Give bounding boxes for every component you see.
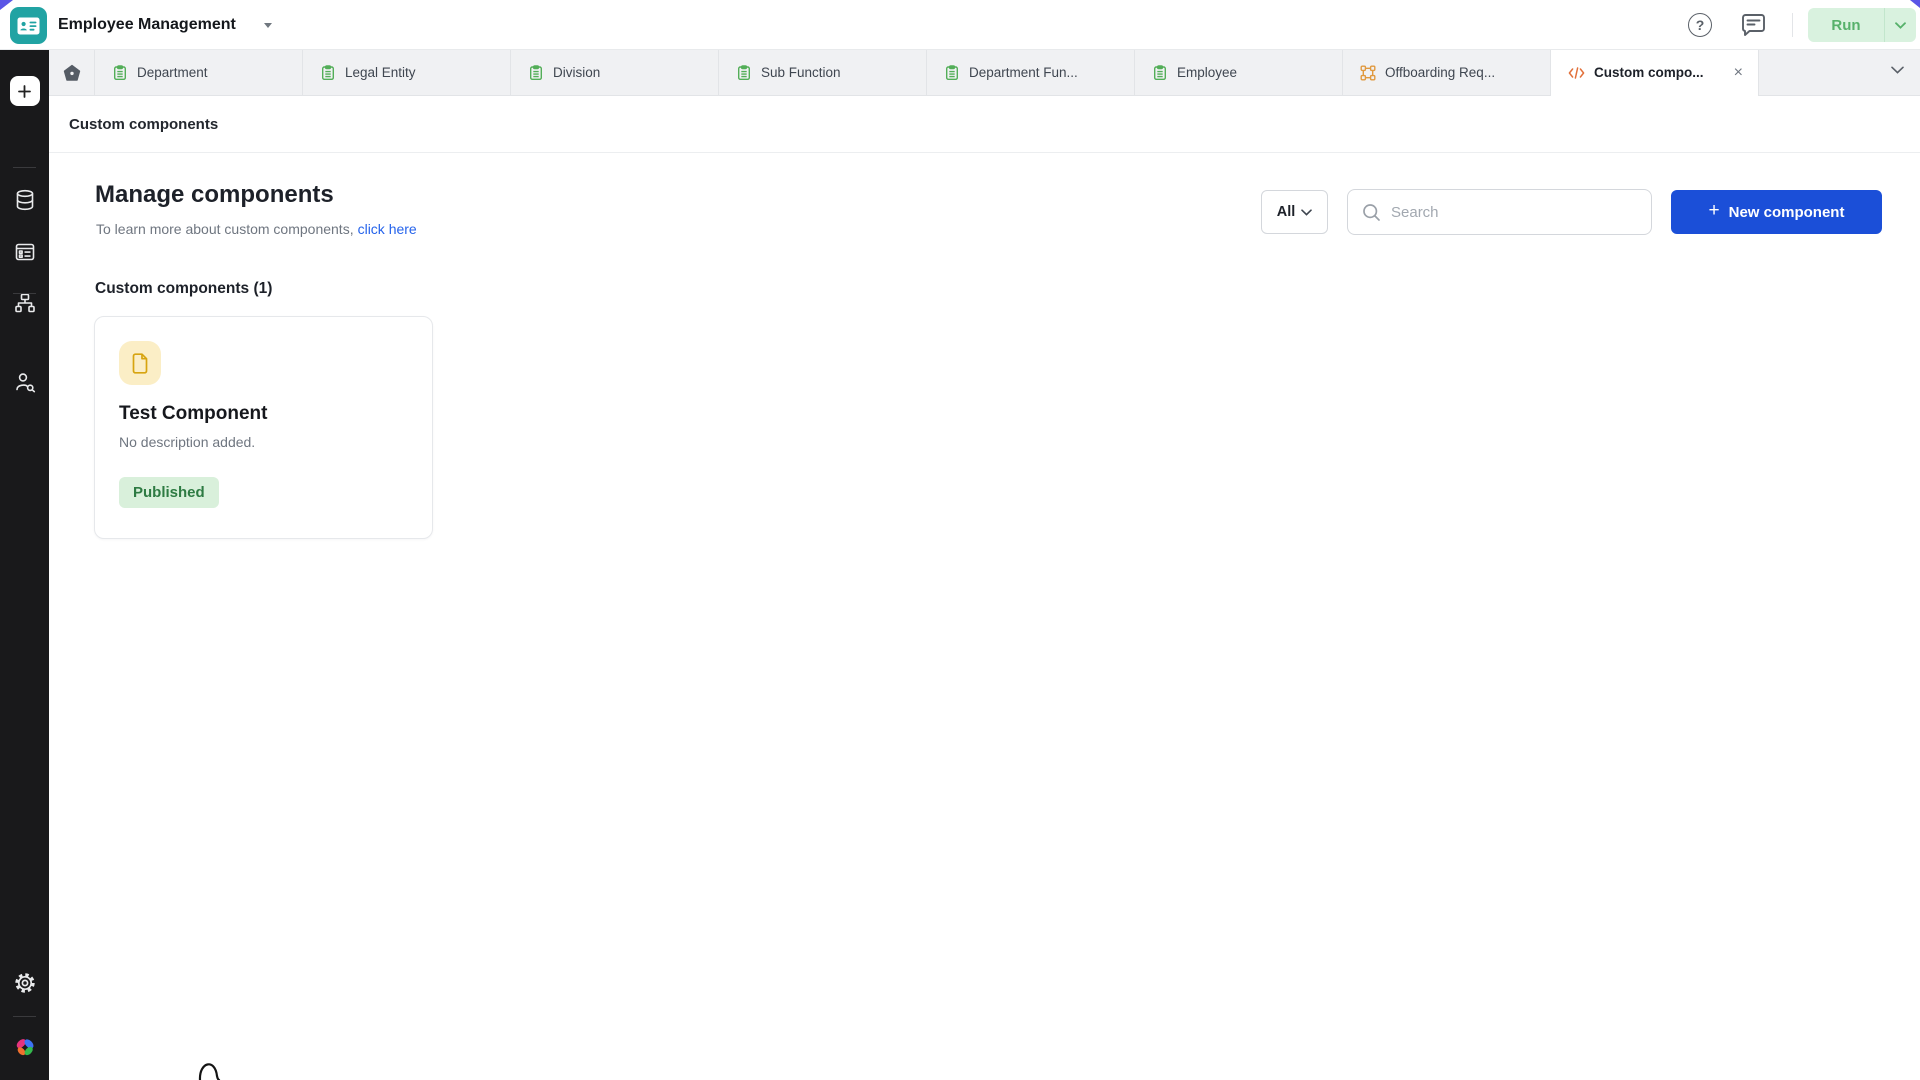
tab-bar: Department Legal Entity Division Sub Fun…: [49, 50, 1920, 96]
filter-dropdown[interactable]: All: [1261, 190, 1328, 234]
sidebar-item-workflows[interactable]: [0, 292, 49, 314]
status-badge: Published: [119, 477, 219, 508]
subtitle-text: To learn more about custom components,: [96, 221, 354, 237]
component-card[interactable]: Test Component No description added. Pub…: [94, 316, 433, 539]
table-icon: [944, 65, 960, 81]
code-icon: [1568, 66, 1585, 80]
tab-label: Division: [553, 65, 600, 80]
page-title-text: Custom components: [69, 116, 218, 133]
home-tab-button[interactable]: [49, 50, 95, 95]
manage-components-subtitle: To learn more about custom components,cl…: [96, 221, 417, 237]
tab-department-function[interactable]: Department Fun...: [927, 50, 1135, 95]
app-title: Employee Management: [58, 0, 236, 50]
page-title: Custom components: [49, 97, 1920, 153]
run-button-group: Run: [1808, 8, 1916, 42]
tab-close-icon[interactable]: ×: [1731, 63, 1746, 83]
add-new-button[interactable]: [0, 76, 49, 106]
table-icon: [736, 65, 752, 81]
filter-dropdown-value: All: [1277, 204, 1296, 220]
brand-logo-icon[interactable]: [0, 1034, 49, 1060]
sidebar-divider: [13, 167, 36, 168]
workflow-icon: [1360, 65, 1376, 81]
tab-label: Legal Entity: [345, 65, 416, 80]
left-sidebar: [0, 50, 49, 1080]
comment-icon[interactable]: [1740, 13, 1767, 38]
tab-label: Department Fun...: [969, 65, 1078, 80]
app-title-caret-icon[interactable]: [264, 23, 272, 28]
sidebar-divider: [13, 293, 36, 294]
component-description: No description added.: [119, 434, 408, 450]
tab-overflow-chevron-icon[interactable]: [1891, 66, 1904, 74]
table-icon: [528, 65, 544, 81]
sidebar-item-pages[interactable]: [0, 241, 49, 263]
file-icon: [119, 341, 161, 385]
tab-employee[interactable]: Employee: [1135, 50, 1343, 95]
search-icon: [1362, 203, 1381, 222]
help-glyph: ?: [1696, 17, 1705, 33]
settings-gear-icon[interactable]: [0, 971, 49, 995]
chevron-down-icon: [1301, 209, 1312, 216]
sidebar-item-users[interactable]: [0, 371, 49, 393]
run-dropdown-button[interactable]: [1885, 8, 1916, 42]
tab-department[interactable]: Department: [95, 50, 303, 95]
tab-sub-function[interactable]: Sub Function: [719, 50, 927, 95]
search-container: [1347, 189, 1652, 235]
plus-icon: +: [1709, 200, 1720, 222]
table-icon: [320, 65, 336, 81]
tab-label: Department: [137, 65, 208, 80]
tab-division[interactable]: Division: [511, 50, 719, 95]
app-logo-idcard-icon[interactable]: [10, 7, 47, 44]
tab-offboarding-request[interactable]: Offboarding Req...: [1343, 50, 1551, 95]
manage-components-heading: Manage components: [95, 181, 334, 209]
run-button[interactable]: Run: [1808, 8, 1884, 42]
tab-label: Sub Function: [761, 65, 841, 80]
sidebar-item-database[interactable]: [0, 189, 49, 211]
table-icon: [112, 65, 128, 81]
click-here-link[interactable]: click here: [358, 221, 417, 237]
plus-icon: [10, 76, 40, 106]
tab-label: Custom compo...: [1594, 65, 1704, 80]
tab-legal-entity[interactable]: Legal Entity: [303, 50, 511, 95]
tab-custom-components-active[interactable]: Custom compo... ×: [1551, 50, 1759, 95]
new-component-label: New component: [1729, 204, 1845, 221]
help-icon[interactable]: ?: [1688, 13, 1712, 37]
topbar-divider: [1792, 13, 1793, 37]
search-input[interactable]: [1391, 204, 1637, 221]
ink-annotation: [196, 1056, 232, 1080]
sidebar-divider: [13, 1016, 36, 1017]
table-icon: [1152, 65, 1168, 81]
custom-components-count-heading: Custom components (1): [95, 280, 272, 298]
tab-label: Employee: [1177, 65, 1237, 80]
component-title: Test Component: [119, 403, 408, 425]
top-bar: Employee Management ? Run: [0, 0, 1920, 50]
new-component-button[interactable]: + New component: [1671, 190, 1882, 234]
tab-label: Offboarding Req...: [1385, 65, 1495, 80]
